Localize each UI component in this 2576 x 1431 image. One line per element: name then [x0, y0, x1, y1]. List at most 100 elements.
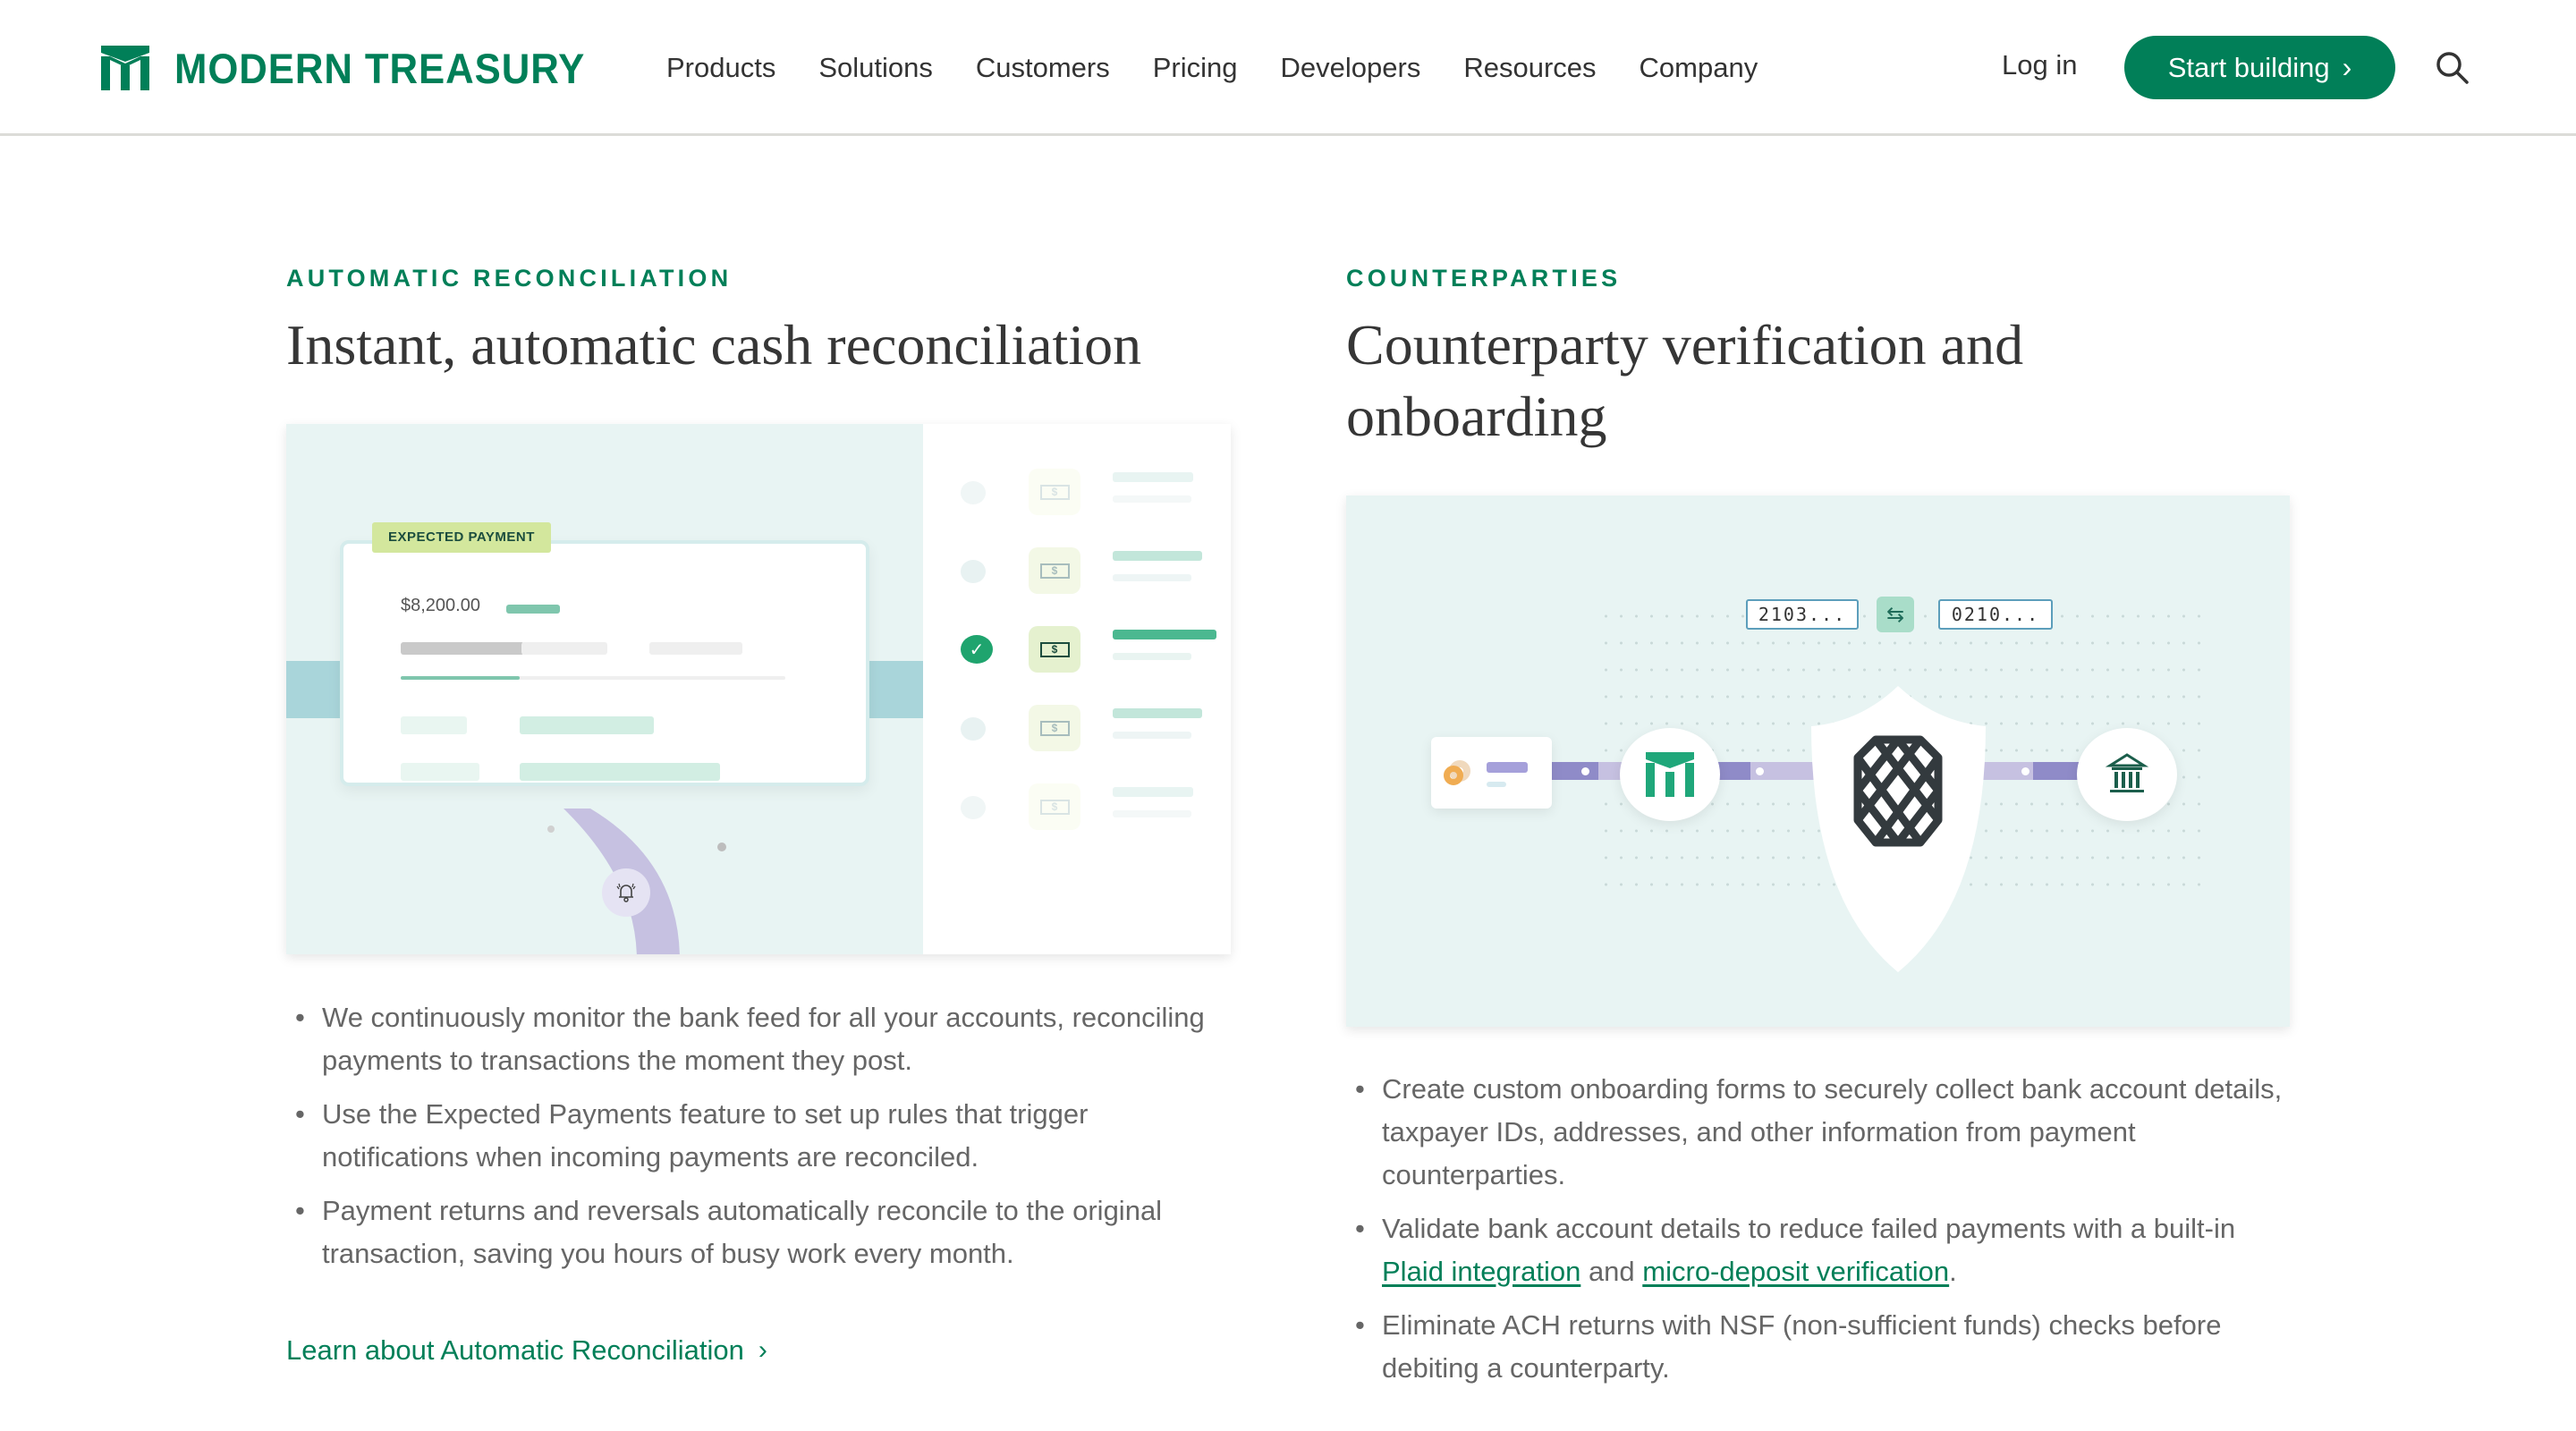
- bullet-item: Create custom onboarding forms to secure…: [1346, 1068, 2303, 1197]
- nav-products[interactable]: Products: [666, 52, 775, 84]
- field-bar: [401, 763, 479, 781]
- nav-company[interactable]: Company: [1640, 52, 1758, 84]
- row-bar: [1113, 810, 1191, 817]
- payment-amount: $8,200.00: [401, 596, 480, 615]
- bullet-item: Validate bank account details to reduce …: [1346, 1207, 2303, 1293]
- bank-icon: [2105, 753, 2149, 792]
- money-icon: $: [1029, 783, 1080, 830]
- swap-arrows-icon: ⇆: [1877, 597, 1914, 632]
- progress-track: [401, 676, 785, 680]
- bullet-item: Use the Expected Payments feature to set…: [286, 1093, 1216, 1179]
- bank-node: [2077, 728, 2177, 821]
- bullet-item: Payment returns and reversals automatica…: [286, 1190, 1216, 1275]
- status-dot: [961, 796, 986, 819]
- main-menu: Products Solutions Customers Pricing Dev…: [666, 0, 1801, 136]
- counterparty-bullets: Create custom onboarding forms to secure…: [1346, 1068, 2303, 1401]
- section-eyebrow: COUNTERPARTIES: [1346, 265, 1622, 292]
- field-bar: [649, 642, 742, 655]
- modern-treasury-logo-icon: [101, 46, 149, 90]
- band-left: [286, 661, 340, 718]
- bullet-text: Validate bank account details to reduce …: [1382, 1213, 2236, 1244]
- field-bar: [520, 763, 720, 781]
- decor-dot: [547, 826, 555, 833]
- nav-resources[interactable]: Resources: [1463, 52, 1596, 84]
- nav-pricing[interactable]: Pricing: [1153, 52, 1238, 84]
- section-heading: Instant, automatic cash reconciliation: [286, 313, 1142, 377]
- money-icon: $: [1029, 469, 1080, 515]
- bullet-text: .: [1949, 1256, 1957, 1287]
- transactions-panel: $ $ ✓ $ $ $: [923, 424, 1231, 954]
- modern-treasury-logo-icon: [1646, 752, 1694, 797]
- transaction-row: ✓ $: [923, 626, 1231, 689]
- modern-treasury-node: [1620, 728, 1720, 821]
- band-right: [869, 661, 923, 718]
- nav-customers[interactable]: Customers: [976, 52, 1110, 84]
- card-bar: [1487, 782, 1506, 787]
- login-link[interactable]: Log in: [2002, 49, 2077, 81]
- pipe-joint: [1581, 767, 1589, 775]
- dollar-sign: $: [1039, 484, 1070, 500]
- row-bar: [1113, 630, 1216, 639]
- transaction-row: $: [923, 705, 1231, 767]
- pipe-joint: [1756, 767, 1764, 775]
- row-bar: [1113, 551, 1202, 561]
- logo[interactable]: MODERN TREASURY: [101, 44, 616, 92]
- start-building-label: Start building: [2167, 51, 2330, 83]
- row-bar: [1113, 472, 1193, 482]
- bullet-item: Eliminate ACH returns with NSF (non-suff…: [1346, 1304, 2303, 1390]
- transaction-row: $: [923, 783, 1231, 846]
- top-navigation: MODERN TREASURY Products Solutions Custo…: [0, 0, 2576, 136]
- money-icon: $: [1029, 705, 1080, 751]
- row-bar: [1113, 732, 1191, 739]
- transaction-row: $: [923, 547, 1231, 610]
- pipe-joint: [2021, 767, 2029, 775]
- dollar-sign: $: [1039, 720, 1070, 736]
- coin-icon: [1444, 766, 1463, 785]
- start-building-button[interactable]: Start building ›: [2124, 36, 2395, 99]
- check-icon: ✓: [961, 635, 993, 664]
- counterparty-illustration: 2103... ⇆ 0210...: [1346, 495, 2290, 1027]
- amount-bar: [506, 605, 560, 614]
- bullet-text: and: [1580, 1256, 1643, 1287]
- reconciliation-illustration: $8,200.00 EXPECTED PAYMENT $ $ ✓ $ $ $: [286, 424, 1231, 954]
- money-icon: $: [1029, 626, 1080, 673]
- section-heading: Counterparty verification and onboarding: [1346, 313, 2024, 448]
- card-bar: [1487, 762, 1528, 773]
- status-dot: [961, 481, 986, 504]
- chevron-right-icon: ›: [758, 1335, 767, 1365]
- row-bar: [1113, 574, 1191, 581]
- routing-code-left: 2103...: [1746, 599, 1859, 630]
- nav-solutions[interactable]: Solutions: [818, 52, 933, 84]
- chevron-right-icon: ›: [2342, 51, 2352, 83]
- routing-code-right: 0210...: [1938, 599, 2053, 630]
- transaction-row: $: [923, 469, 1231, 531]
- logo-text: MODERN TREASURY: [174, 44, 586, 92]
- learn-link-label: Learn about Automatic Reconciliation: [286, 1334, 744, 1366]
- dollar-sign: $: [1039, 799, 1070, 815]
- row-bar: [1113, 787, 1193, 797]
- progress-fill: [401, 676, 521, 680]
- dollar-sign: $: [1039, 563, 1070, 579]
- field-bar: [401, 716, 467, 734]
- field-bar: [521, 642, 607, 655]
- learn-automatic-reconciliation-link[interactable]: Learn about Automatic Reconciliation ›: [286, 1334, 767, 1367]
- row-bar: [1113, 653, 1191, 660]
- plaid-integration-link[interactable]: Plaid integration: [1382, 1256, 1580, 1287]
- expected-payment-card: $8,200.00: [340, 540, 869, 786]
- field-bar: [520, 716, 654, 734]
- expected-payment-tag: EXPECTED PAYMENT: [372, 522, 551, 553]
- decor-dot: [717, 843, 726, 851]
- bell-icon: [616, 883, 636, 902]
- nav-developers[interactable]: Developers: [1281, 52, 1421, 84]
- micro-deposit-verification-link[interactable]: micro-deposit verification: [1642, 1256, 1949, 1287]
- field-bar: [401, 642, 524, 655]
- counterparty-card: [1431, 737, 1552, 809]
- status-dot: [961, 717, 986, 741]
- search-icon[interactable]: [2435, 50, 2470, 86]
- status-dot: [961, 560, 986, 583]
- row-bar: [1113, 708, 1202, 718]
- dollar-sign: $: [1039, 641, 1070, 657]
- row-bar: [1113, 495, 1191, 503]
- money-icon: $: [1029, 547, 1080, 594]
- plaid-shield: [1811, 686, 1986, 972]
